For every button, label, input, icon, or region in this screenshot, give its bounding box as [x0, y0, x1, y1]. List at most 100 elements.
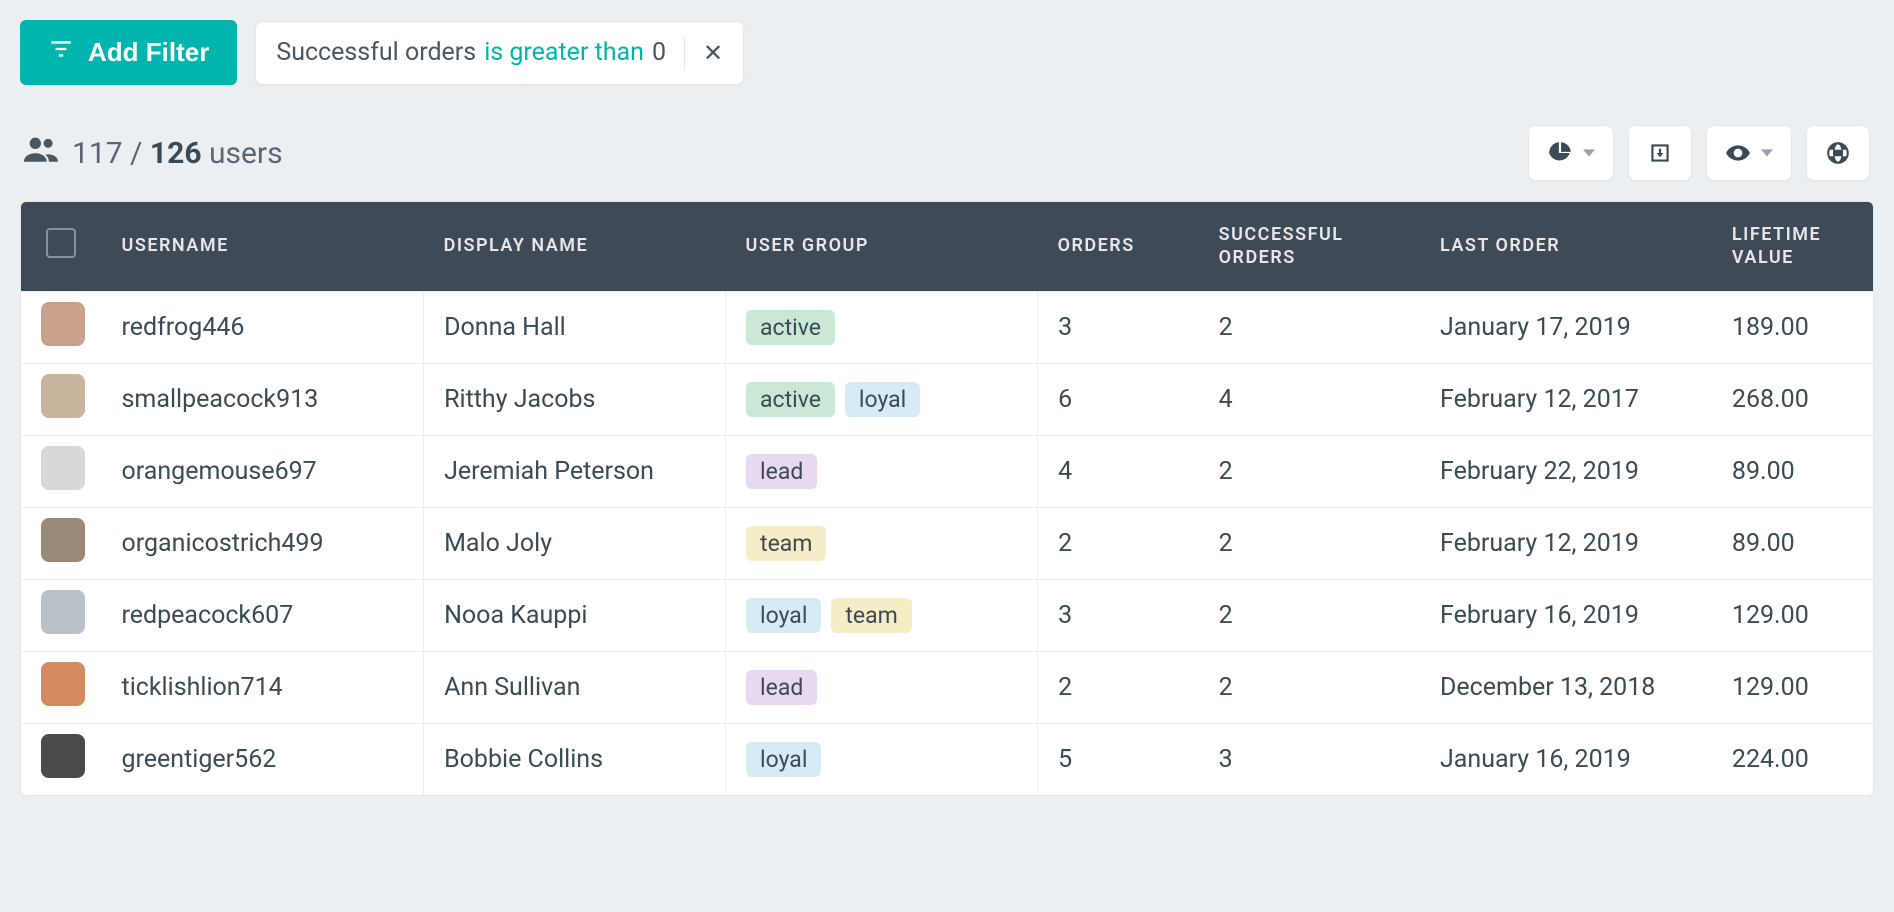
cell-successful-orders: 2	[1199, 580, 1420, 652]
filter-chip-value: 0	[652, 38, 666, 67]
export-icon	[1647, 140, 1673, 166]
cell-display-name: Malo Joly	[424, 508, 726, 580]
chart-button[interactable]	[1528, 125, 1614, 181]
cell-orders: 3	[1038, 292, 1199, 364]
cell-orders: 3	[1038, 580, 1199, 652]
chevron-down-icon	[1761, 147, 1773, 159]
divider	[684, 36, 685, 70]
cell-username: redpeacock607	[102, 580, 424, 652]
tag-loyal: loyal	[746, 742, 821, 777]
cell-display-name: Jeremiah Peterson	[424, 436, 726, 508]
cell-display-name: Donna Hall	[424, 292, 726, 364]
cell-username: ticklishlion714	[102, 652, 424, 724]
col-display-name[interactable]: DISPLAY NAME	[424, 202, 726, 292]
table-row[interactable]: organicostrich499Malo Jolyteam22February…	[21, 508, 1873, 580]
avatar	[41, 590, 85, 634]
users-icon	[24, 134, 58, 172]
count-sep: /	[130, 136, 142, 171]
filter-icon	[48, 36, 74, 69]
cell-last-order: February 22, 2019	[1420, 436, 1712, 508]
cell-successful-orders: 2	[1199, 508, 1420, 580]
export-button[interactable]	[1628, 125, 1692, 181]
select-all-header	[21, 202, 102, 292]
avatar	[41, 734, 85, 778]
cell-display-name: Bobbie Collins	[424, 724, 726, 796]
cell-username: smallpeacock913	[102, 364, 424, 436]
eye-icon	[1725, 140, 1751, 166]
cell-username: orangemouse697	[102, 436, 424, 508]
select-all-checkbox[interactable]	[46, 228, 76, 258]
col-user-group[interactable]: USER GROUP	[726, 202, 1038, 292]
cell-orders: 2	[1038, 508, 1199, 580]
cell-successful-orders: 2	[1199, 652, 1420, 724]
tag-loyal: loyal	[746, 598, 821, 633]
cell-username: redfrog446	[102, 292, 424, 364]
col-orders[interactable]: ORDERS	[1038, 202, 1199, 292]
cell-display-name: Nooa Kauppi	[424, 580, 726, 652]
cell-user-group: loyal	[726, 724, 1038, 796]
table-row[interactable]: smallpeacock913Ritthy Jacobsactiveloyal6…	[21, 364, 1873, 436]
globe-icon	[1825, 140, 1851, 166]
tag-team: team	[831, 598, 911, 633]
cell-last-order: January 16, 2019	[1420, 724, 1712, 796]
cell-display-name: Ritthy Jacobs	[424, 364, 726, 436]
tag-lead: lead	[746, 454, 817, 489]
cell-successful-orders: 2	[1199, 292, 1420, 364]
count-shown: 117	[72, 136, 123, 171]
cell-username: greentiger562	[102, 724, 424, 796]
cell-user-group: loyal team	[726, 580, 1038, 652]
table-row[interactable]: redfrog446Donna Hall active 32January 17, …	[21, 292, 1873, 364]
cell-user-group: team	[726, 508, 1038, 580]
meta-row: 117 / 126 users	[20, 125, 1874, 181]
avatar	[41, 446, 85, 490]
avatar	[41, 518, 85, 562]
cell-user-group: lead	[726, 436, 1038, 508]
cell-orders: 5	[1038, 724, 1199, 796]
filter-bar: Add Filter Successful orders is greater …	[20, 20, 1874, 85]
tag-active: active	[746, 382, 835, 417]
users-table: USERNAME DISPLAY NAME USER GROUP ORDERS …	[20, 201, 1874, 796]
cell-lifetime-value: 129.00	[1712, 652, 1873, 724]
cell-lifetime-value: 129.00	[1712, 580, 1873, 652]
table-row[interactable]: ticklishlion714Ann Sullivanlead22Decembe…	[21, 652, 1873, 724]
col-successful-orders[interactable]: SUCCESSFUL ORDERS	[1199, 202, 1420, 292]
cell-lifetime-value: 268.00	[1712, 364, 1873, 436]
col-username[interactable]: USERNAME	[102, 202, 424, 292]
pie-chart-icon	[1547, 140, 1573, 166]
cell-orders: 2	[1038, 652, 1199, 724]
count-total: 126	[150, 136, 202, 171]
globe-button[interactable]	[1806, 125, 1870, 181]
cell-lifetime-value: 224.00	[1712, 724, 1873, 796]
table-header-row: USERNAME DISPLAY NAME USER GROUP ORDERS …	[21, 202, 1873, 292]
cell-user-group: active loyal	[726, 364, 1038, 436]
table-row[interactable]: greentiger562Bobbie Collins loyal 53Januar…	[21, 724, 1873, 796]
table-row[interactable]: orangemouse697Jeremiah Peterson lead 42Feb…	[21, 436, 1873, 508]
cell-orders: 4	[1038, 436, 1199, 508]
cell-last-order: February 12, 2019	[1420, 508, 1712, 580]
col-last-order[interactable]: LAST ORDER	[1420, 202, 1712, 292]
cell-user-group: lead	[726, 652, 1038, 724]
table-row[interactable]: redpeacock607Nooa Kauppi loyal team 32Febru…	[21, 580, 1873, 652]
toolbar	[1528, 125, 1870, 181]
cell-username: organicostrich499	[102, 508, 424, 580]
add-filter-button[interactable]: Add Filter	[20, 20, 237, 85]
visibility-button[interactable]	[1706, 125, 1792, 181]
chevron-down-icon	[1583, 147, 1595, 159]
avatar	[41, 662, 85, 706]
filter-chip[interactable]: Successful orders is greater than 0 ✕	[255, 21, 744, 85]
avatar	[41, 374, 85, 418]
tag-loyal: loyal	[845, 382, 920, 417]
tag-lead: lead	[746, 670, 817, 705]
cell-successful-orders: 3	[1199, 724, 1420, 796]
tag-active: active	[746, 310, 835, 345]
cell-successful-orders: 2	[1199, 436, 1420, 508]
close-icon[interactable]: ✕	[703, 41, 723, 65]
user-count: 117 / 126 users	[24, 134, 283, 172]
cell-last-order: February 16, 2019	[1420, 580, 1712, 652]
cell-last-order: January 17, 2019	[1420, 292, 1712, 364]
cell-lifetime-value: 189.00	[1712, 292, 1873, 364]
cell-display-name: Ann Sullivan	[424, 652, 726, 724]
avatar	[41, 302, 85, 346]
col-lifetime-value[interactable]: LIFETIME VALUE	[1712, 202, 1873, 292]
add-filter-label: Add Filter	[88, 37, 209, 68]
